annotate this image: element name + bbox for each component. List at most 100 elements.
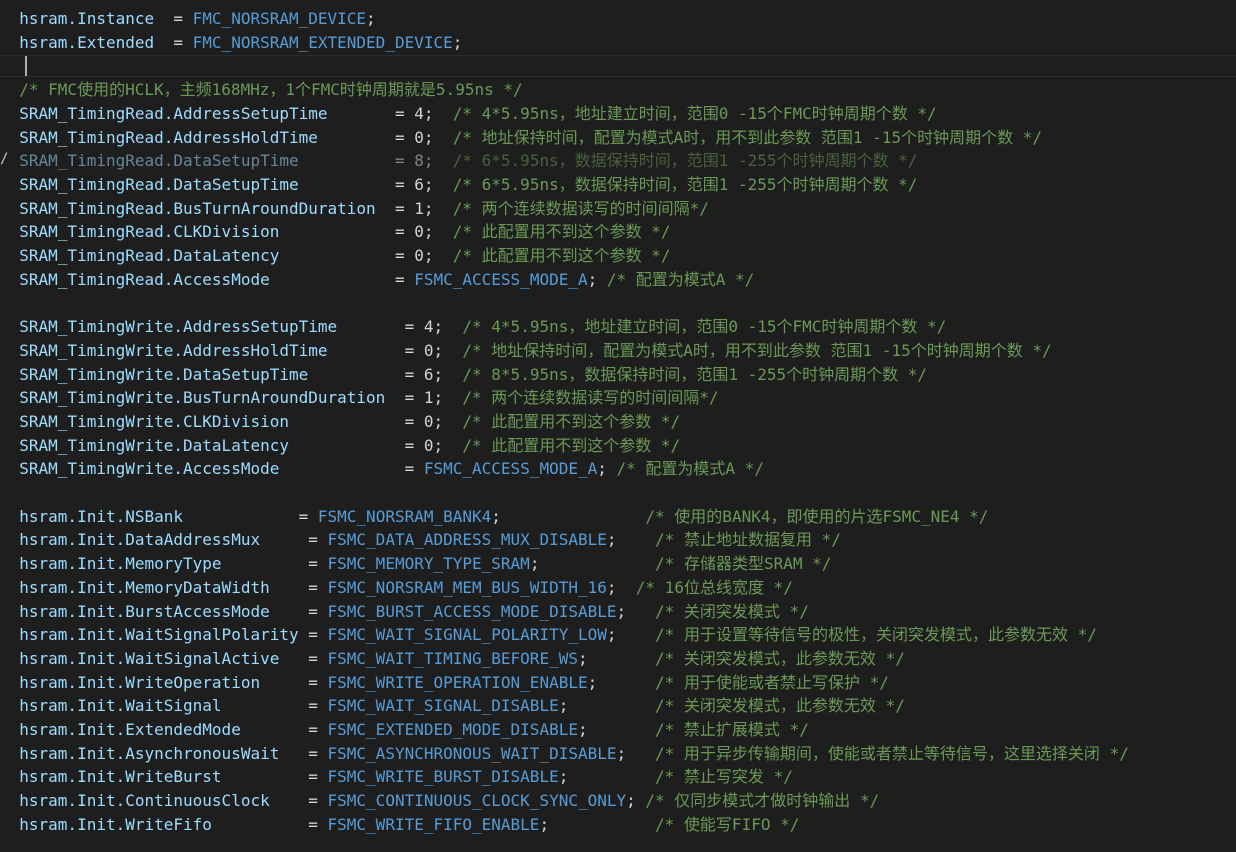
code-token: /* 存储器类型SRAM */ (655, 554, 832, 574)
code-token: = 4; (394, 317, 463, 337)
code-token: = (308, 743, 328, 763)
code-token: = (308, 696, 328, 716)
code-token: /* 4*5.95ns，地址建立时间，范围0 -15个FMC时钟周期个数 */ (452, 103, 937, 123)
code-token: hsram.Init.MemoryDataWidth (0, 577, 309, 597)
code-line[interactable]: SRAM_TimingRead.DataLatency = 0; /* 此配置用… (0, 244, 670, 268)
code-line[interactable]: SRAM_TimingRead.AddressSetupTime = 4; /*… (0, 102, 937, 126)
code-token: ; (366, 9, 376, 28)
code-token: hsram.Init.ExtendedMode (0, 720, 309, 739)
code-token: FSMC_ACCESS_MODE_A (414, 269, 588, 289)
code-line[interactable]: hsram.Init.WaitSignalPolarity = FSMC_WAI… (0, 623, 1097, 647)
code-token: = 0; (394, 435, 463, 455)
code-token: /* 关闭突发模式，此参数无效 */ (655, 648, 905, 668)
code-token: ; (597, 459, 617, 479)
code-token: = 0; (385, 127, 453, 147)
code-line[interactable]: hsram.Instance = FMC_NORSRAM_DEVICE; (0, 7, 376, 31)
code-line[interactable]: hsram.Init.MemoryType = FSMC_MEMORY_TYPE… (0, 552, 831, 576)
code-token: FSMC_MEMORY_TYPE_SRAM (327, 554, 530, 574)
code-line[interactable]: SRAM_TimingRead.AccessMode = FSMC_ACCESS… (0, 268, 754, 292)
code-line[interactable]: SRAM_TimingWrite.DataSetupTime = 6; /* 8… (0, 363, 927, 387)
code-line[interactable]: hsram.Init.WriteBurst = FSMC_WRITE_BURST… (0, 765, 793, 789)
code-token: ; (491, 506, 646, 526)
code-token: hsram.Init.WriteBurst (0, 767, 309, 787)
code-token: = (308, 720, 328, 739)
code-token: = 6; (394, 364, 463, 384)
code-token: /* 用于设置等待信号的极性，关闭突发模式，此参数无效 */ (655, 625, 1097, 645)
code-token: ; (606, 625, 656, 645)
code-line[interactable]: SRAM_TimingRead.DataSetupTime = 8; /* 6*… (0, 149, 917, 173)
code-token: = (308, 672, 328, 692)
code-token: /* 两个连续数据读写的时间间隔*/ (462, 388, 719, 408)
code-token: /* 使用的BANK4，即使用的片选FSMC_NE4 */ (645, 506, 989, 526)
code-token: = 8; (385, 151, 453, 171)
code-token: hsram.Init.WriteOperation (0, 672, 309, 692)
code-token: SRAM_TimingRead.AddressHoldTime (0, 127, 386, 147)
code-token: = (298, 506, 318, 526)
code-line[interactable]: SRAM_TimingWrite.CLKDivision = 0; /* 此配置… (0, 410, 680, 434)
code-token: SRAM_TimingWrite.CLKDivision (0, 411, 395, 431)
code-token: = 1; (394, 388, 463, 408)
code-token: FSMC_WRITE_FIFO_ENABLE (327, 814, 540, 834)
code-token: = 0; (394, 411, 463, 431)
code-token: /* 禁止写突发 */ (655, 767, 793, 787)
code-token: FMC_NORSRAM_EXTENDED_DEVICE (192, 32, 453, 52)
code-line[interactable]: SRAM_TimingRead.DataSetupTime = 6; /* 6*… (0, 173, 917, 197)
code-line[interactable]: SRAM_TimingWrite.AddressHoldTime = 0; /*… (0, 339, 1052, 363)
code-line[interactable]: SRAM_TimingRead.CLKDivision = 0; /* 此配置用… (0, 220, 670, 244)
code-token: = 4; (385, 103, 453, 123)
code-token: /* 地址保持时间，配置为模式A时，用不到此参数 范围1 -15个时钟周期个数 … (452, 127, 1042, 147)
code-token: SRAM_TimingWrite.AddressHoldTime (0, 340, 395, 360)
code-token: ; (587, 269, 607, 289)
code-line[interactable]: /* FMC使用的HCLK，主频168MHz，1个FMC时钟周期就是5.95ns… (0, 78, 523, 102)
code-line[interactable]: hsram.Init.WaitSignal = FSMC_WAIT_SIGNAL… (0, 694, 905, 718)
code-token: = (308, 767, 328, 787)
code-line[interactable]: hsram.Init.ContinuousClock = FSMC_CONTIN… (0, 789, 879, 813)
code-token: hsram.Init.DataAddressMux (0, 530, 309, 550)
code-token: = (308, 791, 328, 811)
code-token: /* 用于使能或者禁止写保护 */ (655, 672, 889, 692)
code-line[interactable]: hsram.Init.MemoryDataWidth = FSMC_NORSRA… (0, 576, 793, 600)
code-token: hsram.Init.WriteFifo (0, 814, 309, 834)
code-line[interactable]: hsram.Init.AsynchronousWait = FSMC_ASYNC… (0, 742, 1129, 766)
code-token: = (308, 814, 328, 834)
code-line[interactable]: hsram.Init.NSBank = FSMC_NORSRAM_BANK4; … (0, 505, 988, 529)
code-line[interactable]: hsram.Init.BurstAccessMode = FSMC_BURST_… (0, 600, 809, 624)
code-token: /* 地址保持时间，配置为模式A时，用不到此参数 范围1 -15个时钟周期个数 … (462, 340, 1052, 360)
code-token: /* 4*5.95ns，地址建立时间，范围0 -15个FMC时钟周期个数 */ (462, 317, 947, 337)
code-editor[interactable]: hsram.Instance = FMC_NORSRAM_DEVICE; hsr… (0, 0, 1236, 852)
code-token: ; (606, 530, 656, 550)
code-token: = (173, 9, 193, 28)
code-token: FSMC_EXTENDED_MODE_DISABLE (327, 720, 578, 739)
code-line[interactable]: SRAM_TimingWrite.AddressSetupTime = 4; /… (0, 315, 946, 339)
code-token: SRAM_TimingRead.DataLatency (0, 246, 386, 265)
code-line[interactable]: hsram.Extended = FMC_NORSRAM_EXTENDED_DE… (0, 31, 462, 55)
code-line[interactable]: hsram.Init.ExtendedMode = FSMC_EXTENDED_… (0, 718, 809, 742)
code-token: = (308, 648, 328, 668)
code-line[interactable]: hsram.Init.WaitSignalActive = FSMC_WAIT_… (0, 647, 905, 671)
code-token: = 1; (385, 198, 453, 218)
code-line[interactable]: SRAM_TimingWrite.BusTurnAroundDuration =… (0, 386, 719, 410)
code-line[interactable]: SRAM_TimingRead.AddressHoldTime = 0; /* … (0, 126, 1042, 150)
code-line[interactable]: SRAM_TimingWrite.AccessMode = FSMC_ACCES… (0, 457, 764, 481)
code-token: hsram.Init.WaitSignalActive (0, 648, 309, 668)
code-line[interactable]: SRAM_TimingRead.BusTurnAroundDuration = … (0, 197, 709, 221)
code-token: /* 仅同步模式才做时钟输出 */ (645, 791, 880, 811)
code-line[interactable]: hsram.Init.WriteOperation = FSMC_WRITE_O… (0, 671, 889, 695)
code-token: /* FMC使用的HCLK，主频168MHz，1个FMC时钟周期就是5.95ns… (0, 80, 523, 100)
code-token: ; (616, 743, 656, 763)
code-token: hsram.Init.NSBank (0, 506, 299, 526)
code-token: /* 8*5.95ns，数据保持时间，范围1 -255个时钟周期个数 */ (462, 364, 928, 384)
code-token: /* 禁止扩展模式 */ (655, 720, 809, 739)
code-token: /* 6*5.95ns，数据保持时间，范围1 -255个时钟周期个数 */ (452, 151, 918, 171)
code-token: FSMC_WRITE_BURST_DISABLE (327, 767, 559, 787)
code-line[interactable]: SRAM_TimingWrite.DataLatency = 0; /* 此配置… (0, 434, 680, 458)
code-token: /* 配置为模式A */ (616, 459, 764, 479)
code-token: ; (626, 791, 646, 811)
code-token: = (308, 530, 328, 550)
code-line[interactable]: hsram.Init.WriteFifo = FSMC_WRITE_FIFO_E… (0, 813, 799, 837)
code-token: = 0; (385, 246, 453, 265)
gutter-marker: / (0, 151, 9, 168)
code-line[interactable]: hsram.Init.DataAddressMux = FSMC_DATA_AD… (0, 528, 841, 552)
code-token: hsram.Init.ContinuousClock (0, 791, 309, 811)
code-token: SRAM_TimingRead.CLKDivision (0, 222, 386, 242)
